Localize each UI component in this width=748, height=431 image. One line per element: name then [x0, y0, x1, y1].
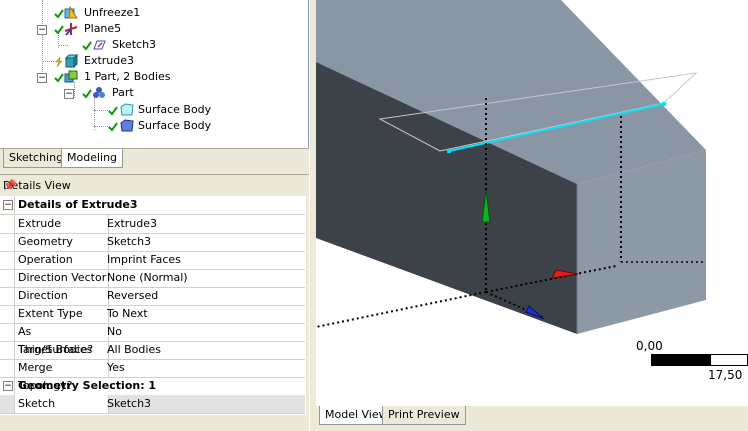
tree-item-surface-body-2[interactable]: Surface Body: [108, 118, 308, 134]
detail-row[interactable]: Merge Topology? Yes: [0, 359, 305, 392]
detail-label: Extrude: [14, 215, 109, 233]
collapse-toggle-icon[interactable]: −: [3, 200, 13, 210]
details-view-header: Details View 📌: [0, 174, 309, 195]
check-icon: [82, 41, 92, 51]
check-icon: [54, 9, 64, 19]
tree-item-surface-body-1[interactable]: Surface Body: [108, 102, 308, 118]
tree-item-label: Part: [112, 86, 134, 99]
tree-item-extrude3[interactable]: Extrude3: [54, 53, 254, 69]
tree-item-label: Surface Body: [138, 119, 212, 132]
feature-tree: Unfreeze1 − Plane5 Sketch3 Extrude3 − 1 …: [0, 0, 309, 148]
part-icon: [93, 87, 105, 98]
sketch-point: [447, 149, 451, 153]
detail-value[interactable]: Imprint Faces: [105, 251, 303, 269]
check-icon: [82, 89, 92, 99]
detail-row[interactable]: Geometry Sketch3: [0, 233, 305, 252]
part-bodies-icon: [64, 70, 78, 83]
detail-label: Geometry: [14, 233, 109, 251]
detail-value[interactable]: No: [105, 323, 303, 341]
collapse-toggle-icon[interactable]: −: [64, 89, 74, 99]
tree-item-label: 1 Part, 2 Bodies: [84, 70, 171, 83]
check-icon: [54, 25, 64, 35]
tab-print-preview[interactable]: Print Preview: [382, 406, 466, 425]
detail-row[interactable]: Direction Vector None (Normal): [0, 269, 305, 288]
tree-item-parts-bodies[interactable]: 1 Part, 2 Bodies: [54, 69, 254, 85]
details-grid: − Details of Extrude3 Extrude Extrude3 Ge…: [0, 196, 306, 415]
collapse-toggle-icon[interactable]: −: [37, 25, 47, 35]
tree-connector: [94, 126, 108, 127]
view-tabs: Model View Print Preview: [316, 406, 748, 431]
tree-item-part[interactable]: Part: [82, 85, 282, 101]
axis-line: [316, 291, 487, 328]
detail-label: As Thin/Surface?: [14, 323, 109, 356]
detail-value[interactable]: Extrude3: [105, 215, 303, 233]
detail-row[interactable]: As Thin/Surface? No: [0, 323, 305, 356]
sketch-point: [662, 102, 666, 106]
group-title: Geometry Selection: 1: [14, 377, 304, 395]
tree-item-label: Plane5: [84, 22, 122, 35]
tab-sketching[interactable]: Sketching: [3, 149, 70, 168]
detail-label: Direction: [14, 287, 109, 305]
detail-row[interactable]: Extent Type To Next: [0, 305, 305, 324]
detail-value[interactable]: To Next: [105, 305, 303, 323]
graphics-viewport[interactable]: 0,00 17,50: [316, 0, 748, 406]
check-icon: [108, 106, 118, 116]
tree-item-unfreeze1[interactable]: Unfreeze1: [54, 5, 254, 21]
group-details[interactable]: − Details of Extrude3: [0, 196, 305, 215]
detail-value[interactable]: All Bodies: [105, 341, 303, 359]
pin-icon[interactable]: 📌: [3, 179, 303, 192]
extrude-icon: [64, 54, 78, 68]
detail-label: Extent Type: [14, 305, 109, 323]
tree-item-label: Sketch3: [112, 38, 157, 51]
sketch-icon: [93, 40, 106, 50]
detail-value[interactable]: None (Normal): [105, 269, 303, 287]
detail-value[interactable]: Reversed: [105, 287, 303, 305]
check-icon: [108, 122, 118, 132]
detail-label: Merge Topology?: [14, 359, 109, 392]
detail-value[interactable]: Sketch3: [105, 233, 303, 251]
detail-row-selected[interactable]: Sketch Sketch3: [0, 395, 305, 414]
tree-tabs: Sketching Modeling: [0, 148, 309, 169]
detail-value[interactable]: Sketch3: [105, 395, 303, 413]
plane-icon: [64, 23, 78, 36]
tree-item-label: Unfreeze1: [84, 6, 141, 19]
tree-connector: [94, 110, 108, 111]
detail-row[interactable]: Operation Imprint Faces: [0, 251, 305, 270]
group-geometry-selection[interactable]: − Geometry Selection: 1: [0, 377, 305, 396]
tree-connector: [42, 0, 43, 82]
surface-body-icon: [120, 119, 134, 132]
group-title: Details of Extrude3: [14, 196, 304, 214]
tree-item-label: Surface Body: [138, 103, 212, 116]
detail-label: Sketch: [14, 395, 109, 413]
unfreeze-icon: [64, 6, 78, 19]
scale-start-label: 0,00: [636, 339, 663, 353]
collapse-toggle-icon[interactable]: −: [37, 73, 47, 83]
detail-row[interactable]: Extrude Extrude3: [0, 215, 305, 234]
check-icon: [54, 73, 64, 83]
detail-label: Direction Vector: [14, 269, 109, 287]
tab-modeling[interactable]: Modeling: [61, 149, 124, 168]
detail-value[interactable]: Yes: [105, 359, 303, 377]
scale-end-label: 17,50: [708, 368, 743, 382]
tree-item-sketch3[interactable]: Sketch3: [82, 37, 282, 53]
model-graphics[interactable]: [316, 0, 748, 406]
tree-item-plane5[interactable]: Plane5: [54, 21, 254, 37]
detail-row[interactable]: Direction Reversed: [0, 287, 305, 306]
tree-connector: [58, 45, 68, 46]
scale-bar-segment: [711, 355, 747, 365]
detail-row[interactable]: Target Bodies All Bodies: [0, 341, 305, 360]
tree-item-label: Extrude3: [84, 54, 135, 67]
detail-label: Target Bodies: [14, 341, 109, 359]
detail-label: Operation: [14, 251, 109, 269]
lightning-icon: [55, 57, 63, 67]
surface-body-icon: [120, 103, 134, 116]
collapse-toggle-icon[interactable]: −: [3, 381, 13, 391]
